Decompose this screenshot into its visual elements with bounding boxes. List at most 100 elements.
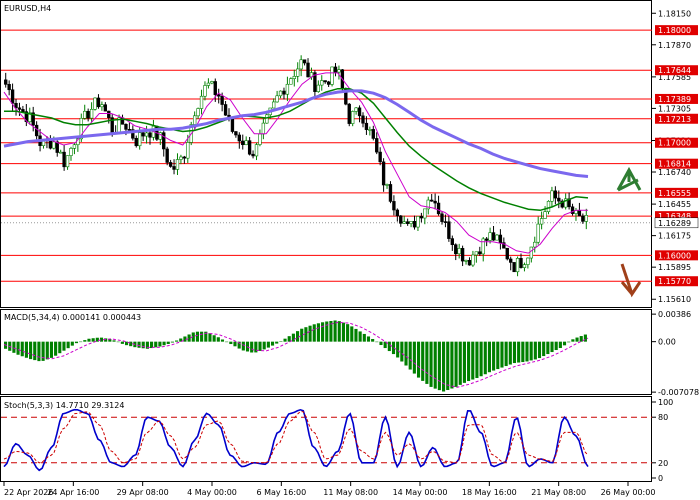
- macd-bar: [216, 337, 220, 342]
- macd-bar: [241, 341, 245, 351]
- macd-y-tick-label: -0.007078: [658, 388, 699, 397]
- candle-body: [337, 69, 341, 73]
- level-tag-label: 1.16555: [658, 189, 691, 198]
- macd-bar: [275, 341, 279, 344]
- candle-body: [244, 140, 248, 146]
- candle-body: [416, 216, 420, 228]
- candle-body: [581, 215, 585, 222]
- candle-body: [89, 108, 94, 119]
- macd-bar: [562, 341, 567, 346]
- macd-bar: [437, 341, 441, 391]
- candle-body: [217, 94, 221, 97]
- candle-body: [467, 260, 472, 266]
- candle-body: [138, 132, 142, 147]
- macd-bar: [487, 341, 492, 373]
- candle-body: [433, 200, 437, 204]
- candle-body: [124, 123, 128, 130]
- candle-body: [405, 221, 410, 224]
- candle-body: [199, 95, 204, 109]
- candle-body: [172, 166, 176, 170]
- macd-bar: [62, 341, 66, 351]
- candle-body: [440, 213, 444, 222]
- macd-bar: [529, 341, 533, 361]
- level-tag-label: 1.18000: [658, 26, 691, 35]
- price-panel[interactable]: [0, 0, 652, 308]
- candle-body: [52, 141, 56, 149]
- macd-bar: [83, 340, 87, 342]
- candle-body: [292, 76, 296, 79]
- candle-body: [302, 59, 307, 64]
- candle-body: [285, 83, 290, 95]
- candle-body: [381, 161, 386, 186]
- macd-bar: [362, 333, 366, 342]
- candle-body: [186, 142, 190, 159]
- candle-body: [330, 66, 334, 85]
- level-tag-label: 1.17213: [658, 115, 691, 124]
- candle-body: [460, 248, 465, 262]
- candle-body: [127, 129, 132, 131]
- macd-bar: [425, 341, 429, 384]
- candle-body: [192, 115, 197, 125]
- macd-bar: [366, 336, 371, 342]
- candle-body: [481, 238, 485, 255]
- candle-body: [454, 244, 458, 255]
- candle-body: [241, 140, 245, 146]
- macd-bar: [575, 337, 579, 342]
- candle-body: [103, 104, 108, 112]
- macd-bar: [141, 341, 145, 349]
- macd-bar: [521, 341, 525, 363]
- macd-bar: [500, 341, 504, 368]
- candle-body: [83, 110, 87, 119]
- candle-body: [402, 221, 406, 224]
- candle-body: [450, 238, 454, 245]
- candle-body: [443, 221, 448, 223]
- macd-bar: [479, 341, 483, 377]
- macd-bar: [229, 341, 233, 345]
- macd-bar: [208, 333, 212, 342]
- macd-bar: [375, 341, 379, 343]
- candle-body: [509, 258, 513, 263]
- y-tick-label: 1.16740: [658, 168, 691, 177]
- candle-body: [316, 84, 321, 92]
- macd-bar: [283, 338, 287, 342]
- stoch-y-tick-label: 100: [658, 398, 673, 407]
- macd-bar: [579, 336, 583, 342]
- macd-bar: [354, 328, 358, 342]
- macd-bar: [525, 341, 529, 362]
- macd-bar: [12, 341, 16, 353]
- macd-bar: [454, 341, 458, 387]
- y-tick-label: 1.16175: [658, 232, 691, 241]
- level-tag-label: 1.17389: [658, 95, 691, 104]
- candle-body: [533, 241, 537, 248]
- macd-bar: [346, 324, 350, 342]
- candle-body: [4, 79, 8, 85]
- macd-bar: [66, 341, 70, 349]
- trading-chart[interactable]: 1.181501.178701.175851.173051.170201.167…: [0, 0, 700, 500]
- macd-bar: [116, 341, 120, 343]
- x-tick-label: 26 May 00:00: [601, 488, 656, 497]
- candle-body: [522, 264, 527, 268]
- macd-bar: [371, 338, 375, 342]
- macd-bar: [408, 341, 412, 370]
- macd-bar: [550, 341, 554, 353]
- candle-body: [570, 206, 575, 214]
- candle-body: [182, 156, 187, 159]
- candle-body: [134, 137, 138, 147]
- macd-bar: [450, 341, 454, 389]
- candle-body: [254, 144, 259, 157]
- macd-bar: [312, 324, 316, 342]
- macd-bar: [333, 320, 337, 342]
- candle-body: [59, 151, 63, 154]
- macd-bar: [37, 341, 41, 362]
- x-tick-label: 4 May 00:00: [187, 488, 237, 497]
- y-tick-label: 1.17305: [658, 104, 691, 113]
- macd-title: MACD(5,34,4) 0.000141 0.000443: [4, 313, 141, 322]
- candle-body: [351, 111, 355, 124]
- macd-bar: [571, 339, 575, 342]
- candle-body: [385, 184, 389, 186]
- macd-y-tick-label: 0.00386: [658, 310, 691, 319]
- candle-body: [512, 262, 516, 273]
- macd-bar: [358, 331, 362, 342]
- stoch-y-tick-label: 20: [658, 459, 668, 468]
- macd-bar: [387, 341, 391, 352]
